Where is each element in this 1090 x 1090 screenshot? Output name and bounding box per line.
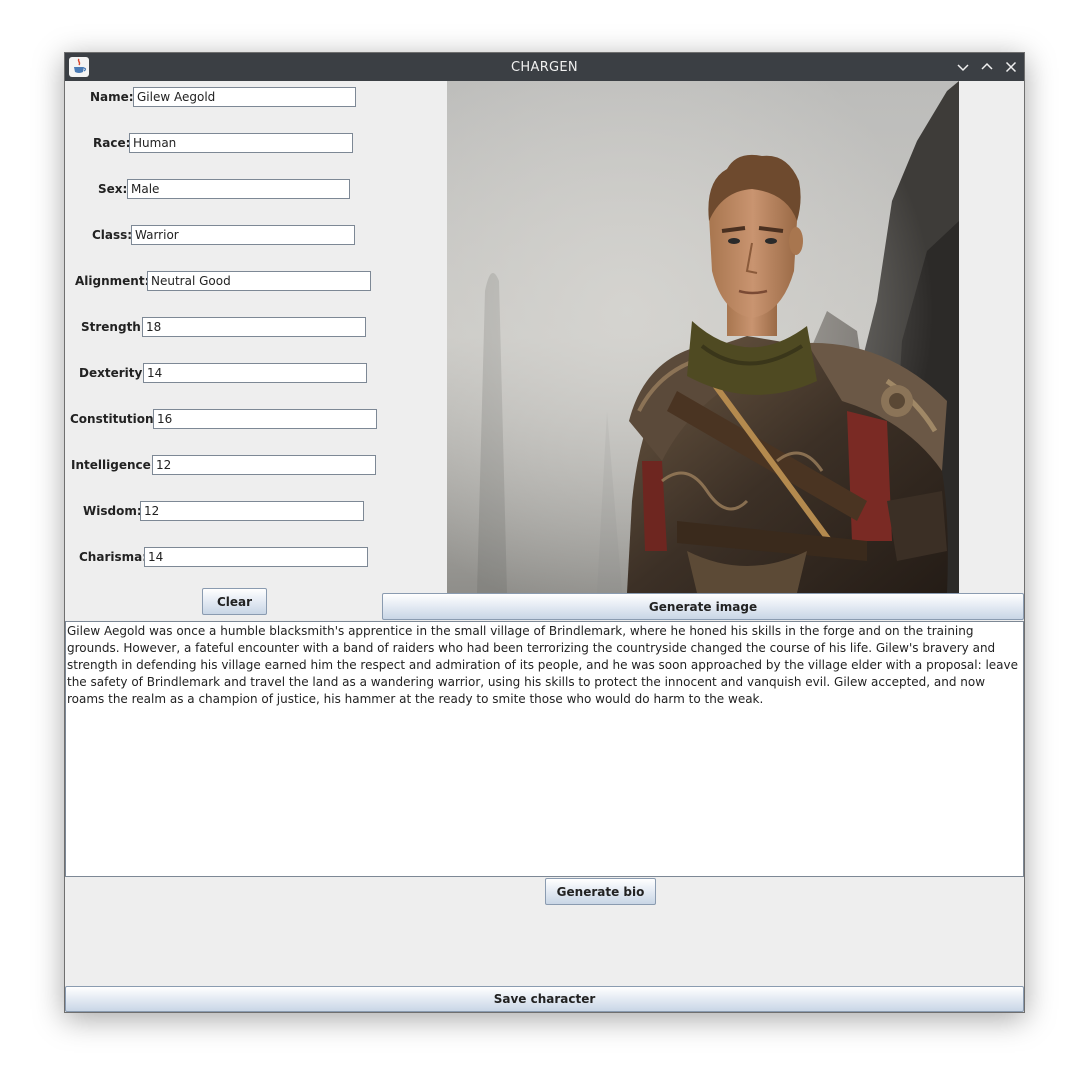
chevron-down-icon[interactable] bbox=[953, 57, 973, 77]
dexterity-field[interactable] bbox=[143, 363, 367, 383]
bio-textarea[interactable]: Gilew Aegold was once a humble blacksmit… bbox=[65, 621, 1024, 877]
save-character-button[interactable]: Save character bbox=[65, 986, 1024, 1012]
sex-label: Sex: bbox=[98, 182, 128, 196]
chevron-up-icon[interactable] bbox=[977, 57, 997, 77]
race-label: Race: bbox=[93, 136, 131, 150]
title-bar[interactable]: CHARGEN bbox=[65, 53, 1024, 81]
generate-image-button[interactable]: Generate image bbox=[382, 593, 1024, 620]
generate-bio-button[interactable]: Generate bio bbox=[545, 878, 656, 905]
alignment-label: Alignment: bbox=[75, 274, 150, 288]
constitution-label: Constitution: bbox=[70, 412, 159, 426]
wisdom-field[interactable] bbox=[140, 501, 364, 521]
sex-field[interactable] bbox=[127, 179, 350, 199]
character-portrait bbox=[447, 81, 959, 593]
charisma-label: Charisma: bbox=[79, 550, 148, 564]
chargen-window: CHARGEN Name: Race: Sex: Class: Alignmen… bbox=[64, 52, 1025, 1013]
window-title: CHARGEN bbox=[511, 60, 578, 75]
constitution-field[interactable] bbox=[153, 409, 377, 429]
name-label: Name: bbox=[90, 90, 134, 104]
class-field[interactable] bbox=[131, 225, 355, 245]
dexterity-label: Dexterity: bbox=[79, 366, 148, 380]
strength-field[interactable] bbox=[142, 317, 366, 337]
race-field[interactable] bbox=[129, 133, 353, 153]
clear-button[interactable]: Clear bbox=[202, 588, 267, 615]
name-field[interactable] bbox=[133, 87, 356, 107]
charisma-field[interactable] bbox=[144, 547, 368, 567]
alignment-field[interactable] bbox=[147, 271, 371, 291]
intelligence-label: Intelligence: bbox=[71, 458, 156, 472]
strength-label: Strength: bbox=[81, 320, 146, 334]
wisdom-label: Wisdom: bbox=[83, 504, 142, 518]
class-label: Class: bbox=[92, 228, 133, 242]
intelligence-field[interactable] bbox=[152, 455, 376, 475]
close-icon[interactable] bbox=[1001, 57, 1021, 77]
